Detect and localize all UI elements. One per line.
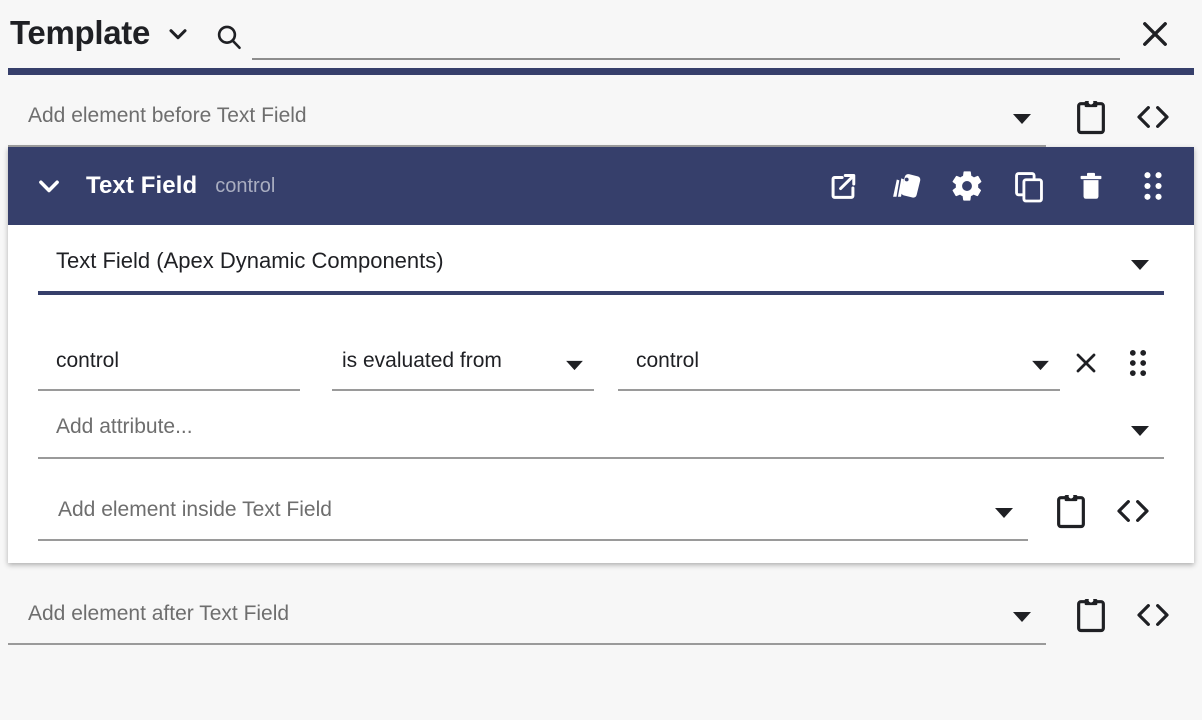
element-type-value: Text Field (Apex Dynamic Components) (56, 248, 444, 273)
add-element-inside-row: Add element inside Text Field (38, 469, 1164, 541)
attribute-row: control is evaluated from control (38, 317, 1164, 391)
search-input[interactable] (252, 14, 1120, 60)
add-element-after-select[interactable]: Add element after Text Field (8, 591, 1046, 645)
element-subtitle: control (215, 174, 276, 197)
add-element-after-placeholder: Add element after Text Field (28, 602, 290, 625)
top-bar: Template (0, 0, 1202, 68)
trash-icon[interactable] (1060, 155, 1122, 217)
caret-down-icon (1130, 424, 1150, 443)
element-title: Text Field (86, 172, 198, 199)
caret-down-icon (565, 359, 584, 377)
add-element-before-select[interactable]: Add element before Text Field (8, 93, 1046, 147)
element-type-select[interactable]: Text Field (Apex Dynamic Components) (38, 237, 1164, 295)
add-attribute-placeholder: Add attribute... (56, 415, 193, 438)
attribute-value-value: control (636, 349, 700, 372)
code-element-before-button[interactable] (1122, 87, 1184, 147)
element-card: Text Field control Text Field (Apex Dyna… (8, 147, 1194, 563)
remove-attribute-button[interactable] (1060, 335, 1112, 391)
attribute-drag-handle-icon[interactable] (1112, 335, 1164, 391)
caret-down-icon (1031, 359, 1050, 377)
attribute-name-value: control (56, 349, 120, 372)
drag-handle-icon[interactable] (1122, 155, 1184, 217)
style-cards-icon[interactable] (874, 155, 936, 217)
close-icon[interactable] (1126, 16, 1184, 52)
caret-down-icon (994, 506, 1014, 525)
chevron-down-icon[interactable] (164, 20, 192, 48)
search-icon[interactable] (206, 22, 252, 52)
open-in-new-icon[interactable] (812, 155, 874, 217)
element-card-header: Text Field control (8, 147, 1194, 225)
paste-element-inside-button[interactable] (1040, 481, 1102, 541)
paste-element-before-button[interactable] (1060, 87, 1122, 147)
caret-down-icon (1012, 112, 1032, 131)
code-element-after-button[interactable] (1122, 585, 1184, 645)
paste-element-after-button[interactable] (1060, 585, 1122, 645)
element-card-body: Text Field (Apex Dynamic Components) con… (8, 225, 1194, 563)
add-element-after-row: Add element after Text Field (0, 573, 1202, 645)
attribute-operator-select[interactable]: is evaluated from (332, 339, 594, 391)
search-area (206, 0, 1120, 68)
add-element-inside-select[interactable]: Add element inside Text Field (38, 487, 1028, 541)
caret-down-icon (1012, 610, 1032, 629)
attribute-operator-value: is evaluated from (342, 349, 502, 372)
copy-icon[interactable] (998, 155, 1060, 217)
collapse-chevron-down-icon[interactable] (34, 171, 64, 201)
attribute-value-select[interactable]: control (618, 339, 1060, 391)
add-element-before-placeholder: Add element before Text Field (28, 104, 307, 127)
accent-rule (8, 68, 1194, 75)
add-attribute-select[interactable]: Add attribute... (38, 403, 1164, 459)
add-element-before-row: Add element before Text Field (0, 75, 1202, 147)
add-element-after-wrap: Add element after Text Field (0, 563, 1202, 645)
add-element-inside-placeholder: Add element inside Text Field (58, 498, 332, 521)
caret-down-icon (1130, 258, 1150, 277)
gear-icon[interactable] (936, 155, 998, 217)
attribute-name-field[interactable]: control (38, 339, 300, 391)
code-element-inside-button[interactable] (1102, 481, 1164, 541)
page-title: Template (10, 13, 151, 51)
